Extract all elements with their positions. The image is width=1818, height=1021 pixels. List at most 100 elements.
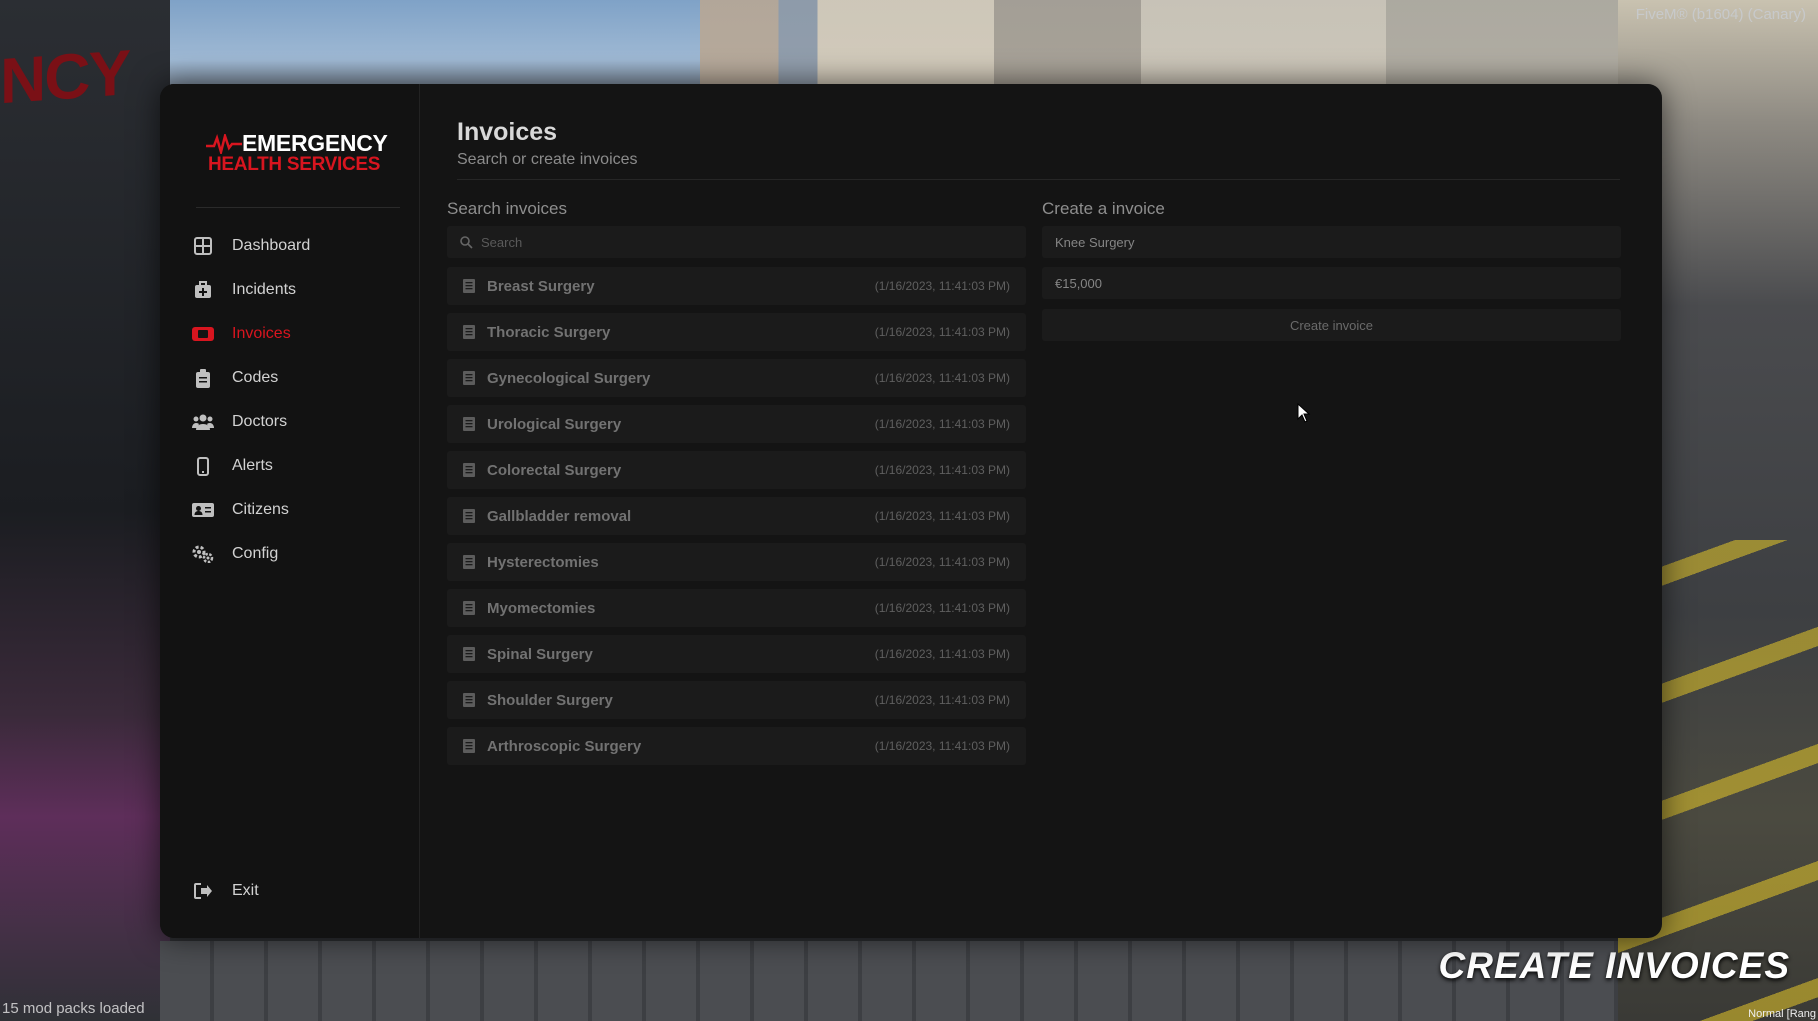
sidebar-item-label: Alerts [232,457,273,474]
invoice-date: (1/16/2023, 11:41:03 PM) [874,371,1010,385]
sidebar-item-citizens[interactable]: Citizens [192,488,402,532]
gears-icon [192,543,214,565]
brand-logo: EMERGENCY HEALTH SERVICES [206,128,396,180]
invoice-row[interactable]: Gynecological Surgery (1/16/2023, 11:41:0… [447,359,1026,397]
invoice-name: Gallbladder removal [487,507,632,525]
invoice-date: (1/16/2023, 11:41:03 PM) [874,417,1010,431]
sidebar-item-codes[interactable]: Codes [192,356,402,400]
users-icon [192,411,214,433]
sidebar-nav: Dashboard Incidents Invoices Codes Docto… [192,224,402,576]
sidebar-item-label: Config [232,545,279,562]
sidebar-item-label: Citizens [232,501,289,518]
invoice-row[interactable]: Hysterectomies (1/16/2023, 11:41:03 PM) [447,543,1026,581]
sidebar-item-label: Codes [232,369,279,386]
invoice-name: Breast Surgery [487,277,595,295]
left-building-wall [0,0,170,1021]
document-icon [463,693,475,707]
invoice-row[interactable]: Gallbladder removal (1/16/2023, 11:41:03 … [447,497,1026,535]
sidebar-item-config[interactable]: Config [192,532,402,576]
heartbeat-icon [206,134,242,154]
sidebar-item-alerts[interactable]: Alerts [192,444,402,488]
invoice-row[interactable]: Arthroscopic Surgery (1/16/2023, 11:41:03… [447,727,1026,765]
sidebar-item-label: Doctors [232,413,288,430]
invoice-row[interactable]: Spinal Surgery (1/16/2023, 11:41:03 PM) [447,635,1026,673]
search-icon [460,236,473,249]
create-invoice-button[interactable]: Create invoice [1042,309,1621,341]
invoice-name: Colorectal Surgery [487,461,622,479]
exit-button[interactable]: Exit [192,869,259,913]
invoice-name-input[interactable] [1053,233,1597,251]
divider [196,207,400,208]
page-subtitle: Search or create invoices [457,151,638,168]
invoice-name: Urological Surgery [487,415,622,433]
invoice-date: (1/16/2023, 11:41:03 PM) [874,463,1010,477]
invoice-name: Spinal Surgery [487,645,593,663]
document-icon [463,739,475,753]
search-input[interactable] [479,233,1026,251]
brand-line2: HEALTH SERVICES [208,154,381,175]
phone-icon [192,455,214,477]
mdt-window: EMERGENCY HEALTH SERVICES Dashboard Inci… [160,84,1662,938]
pavement [160,941,1618,1021]
invoice-date: (1/16/2023, 11:41:03 PM) [874,509,1010,523]
invoice-row[interactable]: Thoracic Surgery (1/16/2023, 11:41:03 PM) [447,313,1026,351]
invoice-row[interactable]: Shoulder Surgery (1/16/2023, 11:41:03 PM) [447,681,1026,719]
document-icon [463,601,475,615]
sidebar-item-invoices[interactable]: Invoices [192,312,402,356]
sidebar: EMERGENCY HEALTH SERVICES Dashboard Inci… [160,84,420,938]
main-content: Invoices Search or create invoices Searc… [419,84,1662,938]
emergency-sign: NCY [0,36,130,118]
invoice-name-field[interactable] [1042,226,1621,258]
create-section-title: Create a invoice [1042,199,1165,218]
sidebar-item-label: Dashboard [232,237,311,254]
search-field[interactable] [447,226,1026,258]
page-title: Invoices [457,118,558,146]
mode-label: Normal [Rang [1748,1008,1816,1020]
invoice-name: Hysterectomies [487,553,599,571]
invoice-row[interactable]: Myomectomies (1/16/2023, 11:41:03 PM) [447,589,1026,627]
id-card-icon [192,499,214,521]
sidebar-item-label: Invoices [232,325,291,342]
invoice-row[interactable]: Colorectal Surgery (1/16/2023, 11:41:03 P… [447,451,1026,489]
divider [457,179,1620,180]
medkit-icon [192,279,214,301]
invoice-date: (1/16/2023, 11:41:03 PM) [874,601,1010,615]
document-icon [463,463,475,477]
document-icon [463,279,475,293]
invoice-date: (1/16/2023, 11:41:03 PM) [874,739,1010,753]
mouse-cursor-icon [1297,403,1311,423]
sidebar-item-doctors[interactable]: Doctors [192,400,402,444]
invoice-row[interactable]: Urological Surgery (1/16/2023, 11:41:03 P… [447,405,1026,443]
invoice-row[interactable]: Breast Surgery (1/16/2023, 11:41:03 PM) [447,267,1026,305]
sidebar-item-dashboard[interactable]: Dashboard [192,224,402,268]
overlay-caption: CREATE INVOICES [1438,945,1790,986]
invoice-date: (1/16/2023, 11:41:03 PM) [874,555,1010,569]
document-icon [463,509,475,523]
document-icon [463,647,475,661]
buildings-backdrop [700,0,1680,90]
invoice-list: Breast Surgery (1/16/2023, 11:41:03 PM) Th… [447,267,1026,773]
brand-line1: EMERGENCY [242,130,388,156]
invoice-amount-field[interactable] [1042,267,1621,299]
invoice-name: Shoulder Surgery [487,691,613,709]
invoice-amount-input[interactable] [1053,274,1597,292]
document-icon [463,417,475,431]
fivem-version-label: FiveM® (b1604) (Canary) [1635,6,1806,23]
sidebar-item-incidents[interactable]: Incidents [192,268,402,312]
grid-icon [192,235,214,257]
document-icon [463,325,475,339]
document-icon [463,555,475,569]
search-section-title: Search invoices [447,199,568,218]
exit-label: Exit [232,882,259,899]
mod-packs-status: 15 mod packs loaded [2,1000,145,1017]
invoice-name: Gynecological Surgery [487,369,651,387]
invoice-date: (1/16/2023, 11:41:03 PM) [874,325,1010,339]
invoice-name: Arthroscopic Surgery [487,737,642,755]
invoice-name: Myomectomies [487,599,596,617]
invoice-date: (1/16/2023, 11:41:03 PM) [874,647,1010,661]
invoice-date: (1/16/2023, 11:41:03 PM) [874,693,1010,707]
sidebar-item-label: Incidents [232,281,297,298]
document-icon [463,371,475,385]
clipboard-icon [192,367,214,389]
invoice-date: (1/16/2023, 11:41:03 PM) [874,279,1010,293]
